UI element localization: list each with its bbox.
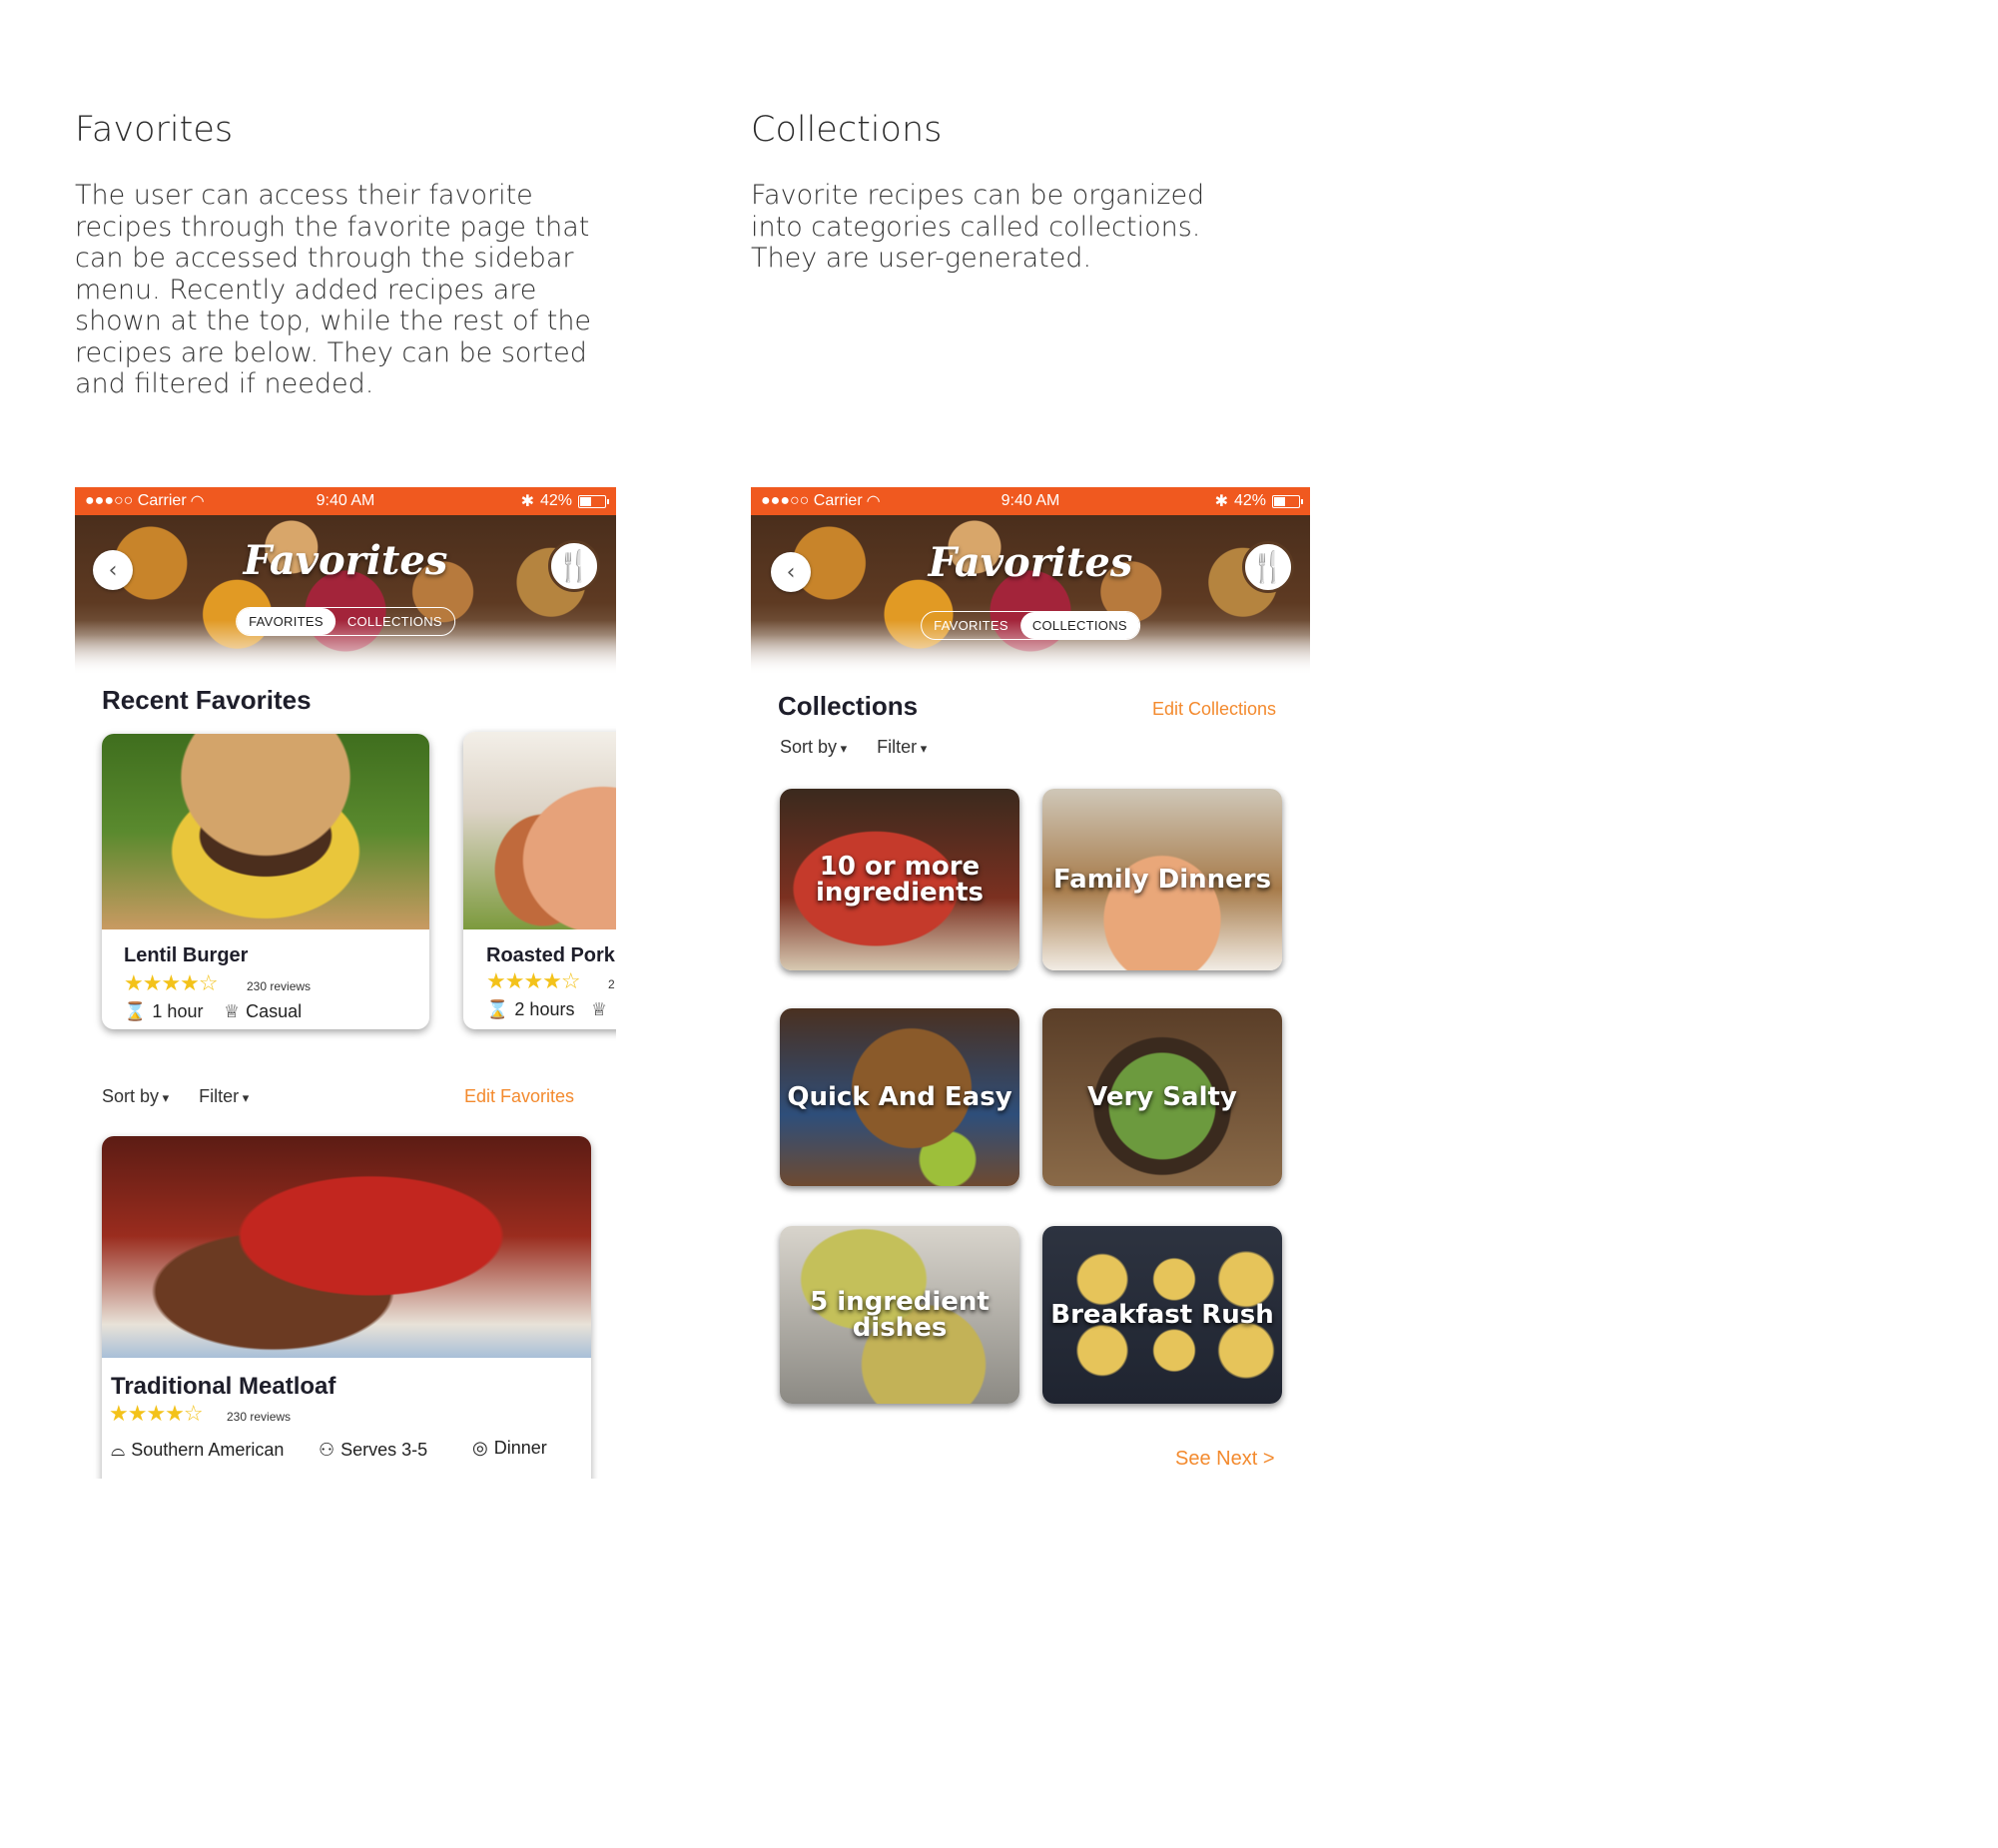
recipe-card-large[interactable]: Traditional Meatloaf ★★★★☆ 230 reviews ⌓… — [102, 1136, 591, 1479]
tab-collections[interactable]: COLLECTIONS — [1019, 612, 1139, 639]
servings: ⚇ Serves 3-5 — [319, 1440, 427, 1461]
bluetooth-icon: ✱ — [520, 493, 534, 510]
segmented-control: FAVORITES COLLECTIONS — [236, 607, 455, 636]
battery-label: 42% — [1233, 492, 1266, 509]
collection-label: Very Salty — [1087, 1082, 1237, 1112]
meal-type-label: Casual — [246, 1001, 303, 1021]
battery-icon — [1272, 494, 1303, 508]
recipe-card[interactable]: Roasted Pork ★★★★☆ 2 ⌛ 2 hours ♕ — [463, 732, 616, 1029]
collection-label: 5 ingredient dishes — [810, 1287, 990, 1343]
cook-time-label: 2 hours — [514, 999, 575, 1019]
recipe-card[interactable]: Lentil Burger ★★★★☆ 230 reviews ⌛ 1 hour … — [102, 734, 429, 1029]
review-count: 230 reviews — [247, 979, 312, 993]
sort-filter-bar: Sort by Filter — [780, 737, 927, 758]
collection-tile[interactable]: 10 or more ingredients — [780, 789, 1019, 970]
review-count: 2 — [608, 977, 615, 991]
rating-stars: ★★★★☆ — [109, 1402, 204, 1427]
collection-label: Quick And Easy — [787, 1082, 1012, 1112]
collection-label: Breakfast Rush — [1050, 1300, 1274, 1330]
sort-dropdown[interactable]: Sort by — [780, 737, 847, 758]
sort-dropdown[interactable]: Sort by — [102, 1086, 169, 1107]
battery-label: 42% — [539, 492, 572, 509]
collection-tile[interactable]: 5 ingredient dishes — [780, 1226, 1019, 1404]
recipe-name: Roasted Pork — [486, 944, 615, 966]
tab-collections[interactable]: COLLECTIONS — [335, 608, 454, 635]
cuisine: ⌓ Southern American — [111, 1440, 284, 1461]
recipe-image — [102, 734, 429, 929]
hourglass-icon: ⌛ — [124, 1001, 147, 1021]
meal-type: ♕ Casual — [224, 1001, 302, 1022]
cloche-icon: ⌓ — [111, 1440, 126, 1460]
bluetooth-icon: ✱ — [1214, 493, 1228, 510]
chef-hat-icon: ♕ — [224, 1001, 241, 1021]
rating-stars: ★★★★☆ — [486, 969, 581, 994]
carrier-label: ●●●○○ Carrier — [761, 492, 863, 509]
servings-label: Serves 3-5 — [340, 1440, 428, 1460]
meal: ◎ Dinner — [472, 1438, 547, 1459]
filter-dropdown[interactable]: Filter — [199, 1086, 249, 1107]
meal-label: Dinner — [493, 1438, 547, 1458]
cook-time: ⌛ 1 hour — [124, 1001, 203, 1022]
status-bar: ●●●○○ Carrier ◠ 9:40 AM ✱ 42% — [751, 487, 1310, 515]
cook-time-label: 1 hour — [152, 1001, 204, 1021]
see-next-link[interactable]: See Next > — [1175, 1448, 1275, 1471]
page-title: Favorites — [928, 539, 1133, 586]
wifi-icon: ◠ — [190, 493, 205, 510]
clock: 9:40 AM — [1000, 492, 1060, 509]
tab-favorites[interactable]: FAVORITES — [922, 612, 1020, 639]
collections-section-description: Favorite recipes can be organized into c… — [751, 180, 1205, 274]
tab-favorites[interactable]: FAVORITES — [237, 608, 335, 635]
recipe-name: Lentil Burger — [124, 944, 249, 966]
recipe-name: Traditional Meatloaf — [111, 1373, 336, 1400]
people-icon: ⚇ — [319, 1440, 335, 1460]
fork-knife-icon: 🍴 — [555, 548, 593, 584]
collections-screen: ●●●○○ Carrier ◠ 9:40 AM ✱ 42% ‹ Favorites … — [751, 487, 1310, 1486]
header-banner: ‹ Favorites 🍴 FAVORITES COLLECTIONS — [75, 515, 616, 675]
collection-label: 10 or more ingredients — [815, 852, 985, 908]
recipe-image — [463, 732, 616, 929]
recent-favorites-heading: Recent Favorites — [102, 685, 312, 715]
menu-button[interactable]: 🍴 — [1242, 541, 1294, 593]
sort-filter-bar: Sort by Filter — [102, 1086, 249, 1107]
carrier-label: ●●●○○ Carrier — [85, 492, 187, 509]
favorites-screen: ●●●○○ Carrier ◠ 9:40 AM ✱ 42% ‹ Favorites … — [75, 487, 616, 1479]
hourglass-icon: ⌛ — [486, 999, 509, 1019]
page-title: Favorites — [243, 537, 448, 584]
plate-icon: ◎ — [472, 1438, 488, 1458]
favorites-section-description: The user can access their favorite recip… — [75, 180, 592, 399]
recipe-image — [102, 1136, 591, 1358]
cook-time: ⌛ 2 hours — [486, 999, 574, 1020]
review-count: 230 reviews — [227, 1410, 292, 1424]
chef-hat-icon: ♕ — [591, 999, 608, 1019]
favorites-section-title: Favorites — [75, 110, 234, 150]
battery-icon — [578, 494, 609, 508]
rating-stars: ★★★★☆ — [124, 971, 219, 996]
edit-collections-link[interactable]: Edit Collections — [1152, 699, 1276, 720]
menu-button[interactable]: 🍴 — [548, 540, 600, 592]
collections-section-title: Collections — [751, 110, 943, 150]
collection-label: Family Dinners — [1052, 865, 1272, 895]
collection-tile[interactable]: Quick And Easy — [780, 1008, 1019, 1186]
collection-tile[interactable]: Very Salty — [1042, 1008, 1282, 1186]
filter-dropdown[interactable]: Filter — [877, 737, 927, 758]
collection-tile[interactable]: Family Dinners — [1042, 789, 1282, 970]
header-banner: ‹ Favorites 🍴 FAVORITES COLLECTIONS — [751, 515, 1310, 675]
cuisine-label: Southern American — [131, 1440, 285, 1460]
meal-type: ♕ — [591, 999, 607, 1020]
status-bar: ●●●○○ Carrier ◠ 9:40 AM ✱ 42% — [75, 487, 616, 515]
collection-tile[interactable]: Breakfast Rush — [1042, 1226, 1282, 1404]
clock: 9:40 AM — [316, 492, 375, 509]
collections-heading: Collections — [778, 691, 919, 721]
edit-favorites-link[interactable]: Edit Favorites — [464, 1086, 574, 1107]
fork-knife-icon: 🍴 — [1249, 549, 1287, 585]
segmented-control: FAVORITES COLLECTIONS — [921, 611, 1140, 640]
wifi-icon: ◠ — [866, 493, 881, 510]
